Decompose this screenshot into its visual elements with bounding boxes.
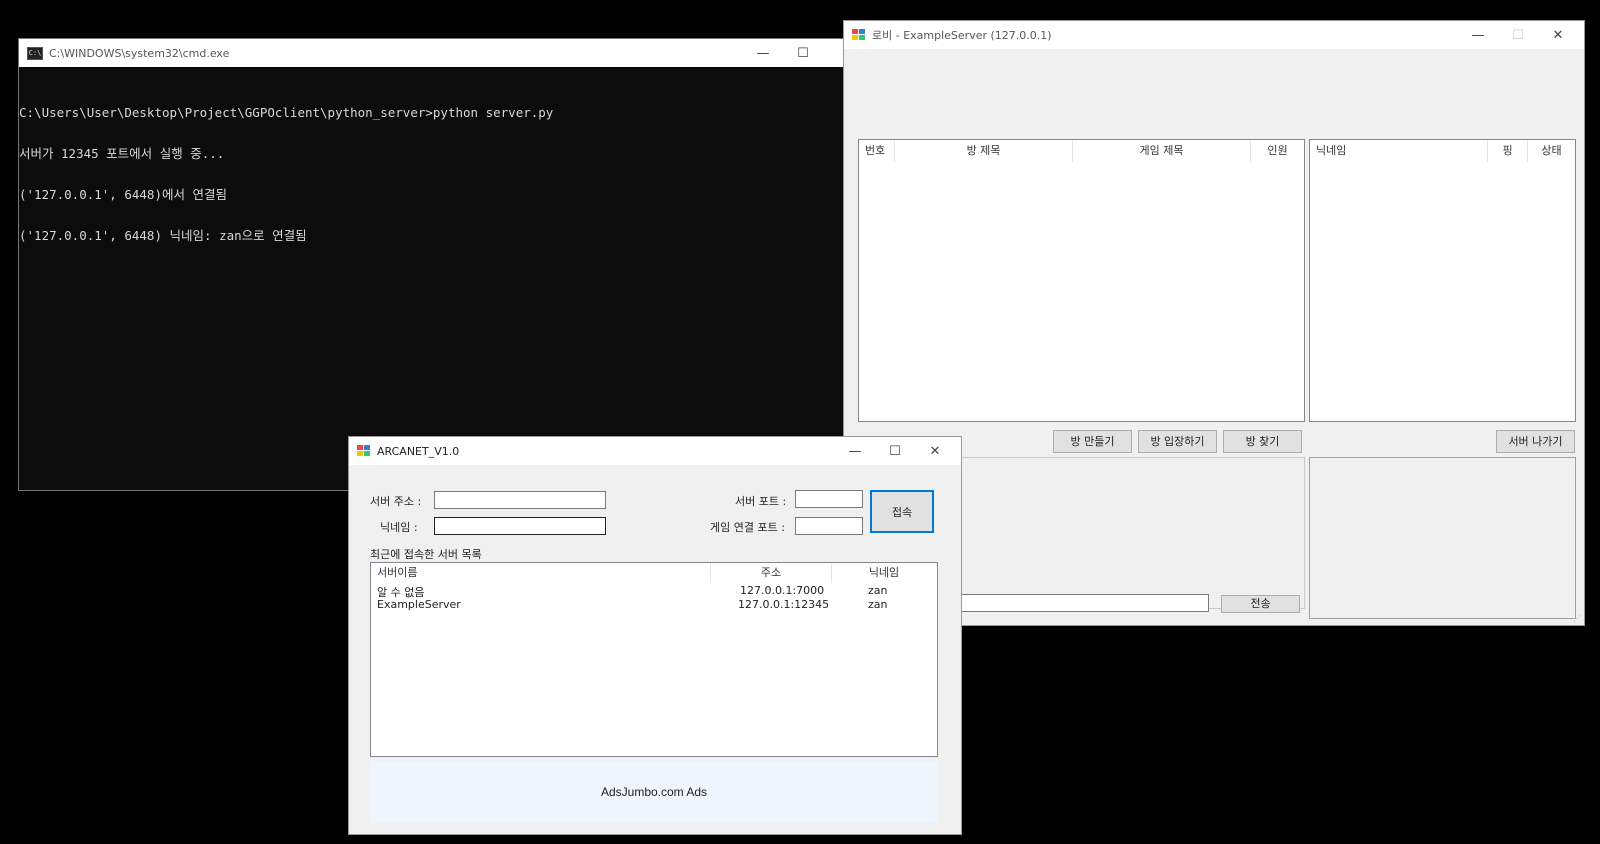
minimize-button[interactable]: — (835, 437, 875, 465)
maximize-button[interactable]: ☐ (875, 437, 915, 465)
server-port-label: 서버 포트 : (735, 495, 787, 508)
send-button[interactable]: 전송 (1221, 595, 1300, 613)
room-list-header: 번호 방 제목 게임 제목 인원 (859, 140, 1304, 162)
find-room-button[interactable]: 방 찾기 (1223, 430, 1302, 453)
game-port-label: 게임 연결 포트 : (710, 521, 785, 534)
lobby-title: 로비 - ExampleServer (127.0.0.1) (872, 29, 1052, 42)
server-address: 127.0.0.1:12345 (738, 598, 830, 611)
cmd-title: C:\WINDOWS\system32\cmd.exe (49, 46, 230, 60)
server-address-label: 서버 주소 : (370, 495, 422, 508)
console-line: 서버가 12345 포트에서 실행 중... (19, 145, 225, 161)
server-name: ExampleServer (377, 598, 461, 611)
server-port-input[interactable] (795, 490, 863, 508)
minimize-button[interactable]: — (1458, 21, 1498, 49)
maximize-button: ☐ (1512, 27, 1524, 43)
recent-servers-header: 서버이름 주소 닉네임 (371, 563, 937, 583)
user-list[interactable]: 닉네임 핑 상태 (1309, 139, 1576, 422)
leave-server-button[interactable]: 서버 나가기 (1496, 430, 1575, 453)
maximize-button[interactable]: ☐ (783, 39, 823, 67)
join-room-button[interactable]: 방 입장하기 (1138, 430, 1217, 453)
column-header-number[interactable]: 번호 (859, 140, 895, 162)
cmd-icon: C:\ (27, 46, 43, 60)
server-row[interactable]: ExampleServer 127.0.0.1:12345 zan (377, 598, 937, 612)
lobby-titlebar[interactable]: 로비 - ExampleServer (127.0.0.1) — ☐ ✕ (844, 21, 1584, 49)
nickname-label: 닉네임 : (380, 521, 418, 534)
connect-button[interactable]: 접속 (870, 490, 934, 533)
console-line: ('127.0.0.1', 6448)에서 연결됨 (19, 186, 228, 202)
column-header-game-title[interactable]: 게임 제목 (1073, 140, 1251, 162)
resize-grip-icon[interactable]: ⋰ (1573, 614, 1582, 623)
user-list-header: 닉네임 핑 상태 (1310, 140, 1575, 162)
console-line: ('127.0.0.1', 6448) 닉네임: zan으로 연결됨 (19, 227, 307, 243)
recent-servers-label: 최근에 접속한 서버 목록 (370, 548, 482, 561)
app-icon (357, 445, 371, 457)
chat-input[interactable] (944, 594, 1209, 612)
column-header-server-name[interactable]: 서버이름 (371, 563, 711, 583)
column-header-nickname[interactable]: 닉네임 (1310, 140, 1488, 162)
arcanet-title: ARCANET_V1.0 (377, 444, 460, 458)
cmd-titlebar[interactable]: C:\ C:\WINDOWS\system32\cmd.exe — ☐ (19, 39, 843, 67)
nickname-input[interactable] (434, 517, 606, 535)
minimize-button[interactable]: — (743, 39, 783, 67)
column-header-nickname[interactable]: 닉네임 (832, 563, 936, 583)
column-header-players[interactable]: 인원 (1251, 140, 1304, 162)
info-panel (1309, 457, 1576, 619)
console-line: C:\Users\User\Desktop\Project\GGPOclient… (19, 105, 554, 121)
server-nickname: zan (868, 598, 888, 611)
room-list[interactable]: 번호 방 제목 게임 제목 인원 (858, 139, 1305, 422)
server-row[interactable]: 알 수 없음 127.0.0.1:7000 zan (377, 584, 937, 599)
game-port-input[interactable] (795, 517, 863, 535)
arcanet-window[interactable]: ARCANET_V1.0 — ☐ ✕ 서버 주소 : 닉네임 : 서버 포트 :… (348, 436, 962, 835)
column-header-ping[interactable]: 핑 (1488, 140, 1528, 162)
arcanet-titlebar[interactable]: ARCANET_V1.0 — ☐ ✕ (349, 437, 961, 465)
server-address: 127.0.0.1:7000 (740, 584, 825, 597)
recent-servers-list[interactable]: 서버이름 주소 닉네임 알 수 없음 127.0.0.1:7000 zan Ex… (370, 562, 938, 757)
close-button[interactable]: ✕ (1538, 21, 1578, 49)
column-header-status[interactable]: 상태 (1528, 140, 1575, 162)
close-button[interactable]: ✕ (915, 437, 955, 465)
server-nickname: zan (868, 584, 888, 597)
column-header-room-title[interactable]: 방 제목 (895, 140, 1073, 162)
cmd-window[interactable]: C:\ C:\WINDOWS\system32\cmd.exe — ☐ C:\U… (18, 38, 844, 491)
create-room-button[interactable]: 방 만들기 (1053, 430, 1132, 453)
ad-banner[interactable]: AdsJumbo.com Ads (370, 761, 938, 823)
column-header-address[interactable]: 주소 (711, 563, 832, 583)
app-icon (852, 29, 866, 41)
ad-text[interactable]: AdsJumbo.com Ads (601, 785, 707, 799)
console-output: C:\Users\User\Desktop\Project\GGPOclient… (19, 79, 553, 269)
server-address-input[interactable] (434, 491, 606, 509)
